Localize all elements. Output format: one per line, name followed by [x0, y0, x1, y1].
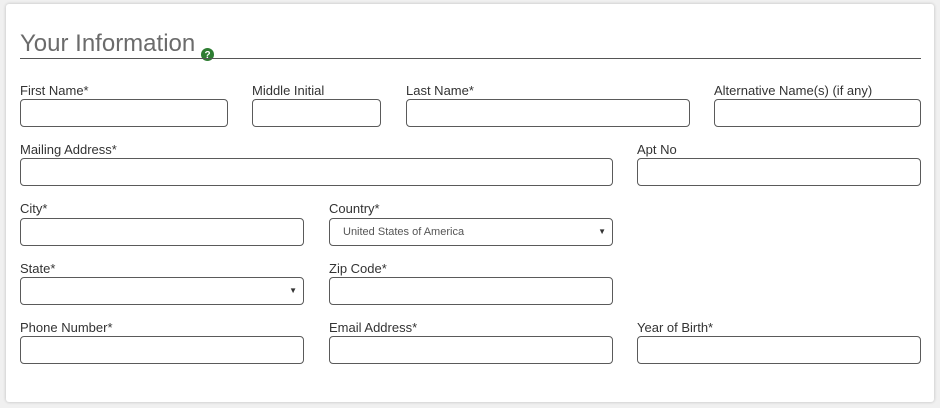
- email-address-label: Email Address*: [329, 320, 418, 335]
- first-name-input[interactable]: [20, 99, 228, 127]
- country-label: Country*: [329, 201, 380, 216]
- city-input[interactable]: [20, 218, 304, 246]
- middle-initial-input[interactable]: [252, 99, 381, 127]
- section-title: Your Information ?: [20, 30, 215, 61]
- alternative-name-input[interactable]: [714, 99, 921, 127]
- phone-number-label: Phone Number*: [20, 320, 113, 335]
- country-selected-value: United States of America: [343, 226, 465, 238]
- apt-no-input[interactable]: [637, 158, 921, 186]
- first-name-label: First Name*: [20, 83, 89, 98]
- mailing-address-label: Mailing Address*: [20, 142, 117, 157]
- email-address-input[interactable]: [329, 336, 613, 364]
- zip-code-label: Zip Code*: [329, 261, 387, 276]
- city-label: City*: [20, 201, 48, 216]
- dropdown-arrow-icon: ▼: [289, 286, 297, 295]
- section-divider: [20, 58, 921, 59]
- section-title-text: Your Information: [20, 30, 196, 57]
- state-select[interactable]: ▼: [20, 277, 304, 305]
- svg-text:?: ?: [205, 50, 211, 61]
- state-label: State*: [20, 261, 56, 276]
- year-of-birth-label: Year of Birth*: [637, 320, 714, 335]
- zip-code-input[interactable]: [329, 277, 613, 305]
- alternative-name-label: Alternative Name(s) (if any): [714, 83, 873, 98]
- country-select[interactable]: United States of America ▼: [329, 218, 613, 246]
- apt-no-label: Apt No: [637, 142, 677, 157]
- help-circle-icon[interactable]: ?: [201, 40, 215, 61]
- dropdown-arrow-icon: ▼: [598, 227, 606, 236]
- middle-initial-label: Middle Initial: [252, 83, 325, 98]
- last-name-input[interactable]: [406, 99, 690, 127]
- last-name-label: Last Name*: [406, 83, 474, 98]
- mailing-address-input[interactable]: [20, 158, 613, 186]
- year-of-birth-input[interactable]: [637, 336, 921, 364]
- phone-number-input[interactable]: [20, 336, 304, 364]
